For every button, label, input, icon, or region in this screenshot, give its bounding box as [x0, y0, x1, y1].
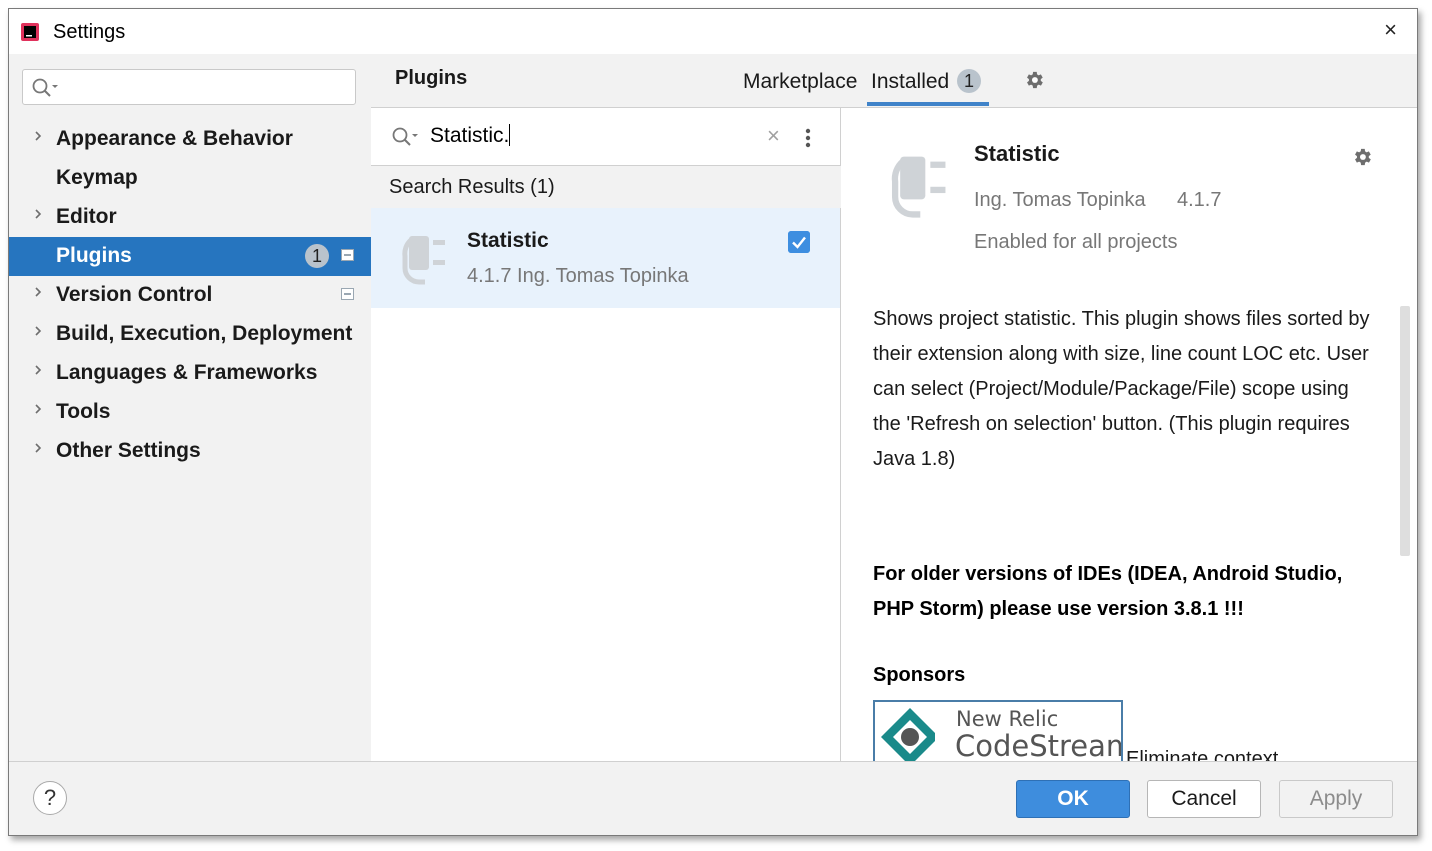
plugin-search-input[interactable]: Statistic.	[430, 124, 511, 148]
sidebar-item-other-settings[interactable]: Other Settings	[9, 432, 371, 471]
plugin-list-pane: Statistic. × Search Results (1) Statisti…	[371, 108, 841, 761]
search-results-header: Search Results (1)	[371, 166, 841, 208]
plugin-detail-pane: Statistic Ing. Tomas Topinka 4.1.7 Enabl…	[841, 108, 1417, 761]
plugin-name: Statistic	[467, 229, 549, 252]
sponsor-banner[interactable]: New Relic CodeStream	[873, 700, 1123, 761]
dialog-footer: ? OK Cancel Apply	[9, 761, 1417, 835]
sidebar-item-version-control[interactable]: Version Control	[9, 276, 371, 315]
detail-warning: For older versions of IDEs (IDEA, Androi…	[873, 563, 1343, 620]
project-level-icon	[341, 288, 354, 300]
sidebar-item-label: Editor	[56, 205, 117, 228]
codestream-logo	[881, 704, 943, 761]
sidebar-item-languages-frameworks[interactable]: Languages & Frameworks	[9, 354, 371, 393]
chevron-right-icon[interactable]	[33, 287, 43, 297]
sidebar-item-plugins[interactable]: Plugins 1	[9, 237, 371, 276]
page-title: Plugins	[395, 67, 468, 89]
sidebar-item-label: Languages & Frameworks	[56, 361, 318, 384]
chevron-right-icon[interactable]	[33, 326, 43, 336]
detail-vendor[interactable]: Ing. Tomas Topinka	[974, 189, 1146, 212]
search-results-label: Search Results (1)	[389, 176, 555, 198]
detail-scrollbar[interactable]	[1400, 306, 1410, 556]
help-icon[interactable]: ?	[33, 781, 67, 815]
sponsor-name-line1: New Relic	[956, 707, 1059, 731]
detail-version: 4.1.7	[1177, 189, 1222, 211]
sidebar-item-label: Keymap	[56, 166, 138, 189]
sidebar-item-label: Appearance & Behavior	[56, 127, 293, 150]
apply-button[interactable]: Apply	[1279, 780, 1393, 818]
search-icon	[32, 78, 58, 97]
count-badge: 1	[305, 244, 329, 268]
app-icon	[21, 23, 39, 41]
settings-sidebar: Appearance & Behavior Keymap Editor Plugins…	[9, 54, 371, 761]
window-title: Settings	[53, 21, 126, 43]
tab-installed[interactable]: Installed	[871, 70, 949, 94]
chevron-right-icon[interactable]	[33, 443, 43, 453]
active-tab-indicator	[867, 102, 989, 106]
sidebar-item-label: Other Settings	[56, 439, 201, 462]
more-vertical-icon[interactable]	[805, 128, 811, 148]
settings-search-field[interactable]	[22, 69, 356, 105]
sidebar-item-appearance-behavior[interactable]: Appearance & Behavior	[9, 120, 371, 159]
plugin-search-field[interactable]: Statistic. ×	[371, 108, 841, 166]
tab-marketplace[interactable]: Marketplace	[743, 70, 857, 94]
chevron-right-icon[interactable]	[33, 404, 43, 414]
plugin-icon	[402, 236, 445, 285]
title-bar: Settings ×	[9, 9, 1417, 54]
clear-search-icon[interactable]: ×	[767, 123, 780, 149]
sidebar-item-keymap[interactable]: Keymap	[9, 159, 371, 198]
plugin-list-item[interactable]: Statistic 4.1.7 Ing. Tomas Topinka	[371, 208, 840, 308]
sponsor-name-line2: CodeStream	[955, 729, 1123, 761]
ok-button[interactable]: OK	[1016, 780, 1130, 818]
close-icon[interactable]: ×	[1384, 17, 1397, 43]
sidebar-item-label: Build, Execution, Deployment	[56, 322, 353, 345]
sidebar-item-tools[interactable]: Tools	[9, 393, 371, 432]
installed-count-badge: 1	[957, 69, 981, 93]
sidebar-item-label: Tools	[56, 400, 111, 423]
sidebar-item-editor[interactable]: Editor	[9, 198, 371, 237]
cancel-button[interactable]: Cancel	[1147, 780, 1261, 818]
plugin-icon	[891, 156, 946, 218]
chevron-right-icon[interactable]	[33, 365, 43, 375]
chevron-right-icon[interactable]	[33, 209, 43, 219]
detail-plugin-name: Statistic	[974, 141, 1060, 166]
checkbox-icon[interactable]	[788, 231, 810, 253]
plugins-header: Plugins Marketplace Installed 1	[371, 54, 1417, 108]
sidebar-item-build-execution-deployment[interactable]: Build, Execution, Deployment	[9, 315, 371, 354]
settings-window: Settings × Appearance & Behavior Keymap Ed…	[8, 8, 1418, 836]
detail-status: Enabled for all projects	[974, 231, 1178, 253]
sponsor-text: Eliminate context	[1126, 748, 1279, 761]
project-level-icon	[341, 249, 354, 261]
plugin-meta: 4.1.7 Ing. Tomas Topinka	[467, 265, 689, 287]
sponsors-heading: Sponsors	[873, 664, 966, 686]
chevron-right-icon[interactable]	[33, 131, 43, 141]
gear-icon[interactable]	[1351, 146, 1373, 168]
settings-tree: Appearance & Behavior Keymap Editor Plugins…	[9, 120, 371, 471]
search-icon	[392, 127, 418, 146]
sidebar-item-label: Plugins	[56, 244, 132, 267]
detail-description: Shows project statistic. This plugin sho…	[873, 308, 1370, 470]
gear-icon[interactable]	[1023, 69, 1045, 91]
settings-search-input[interactable]	[63, 74, 347, 102]
sidebar-item-label: Version Control	[56, 283, 213, 306]
